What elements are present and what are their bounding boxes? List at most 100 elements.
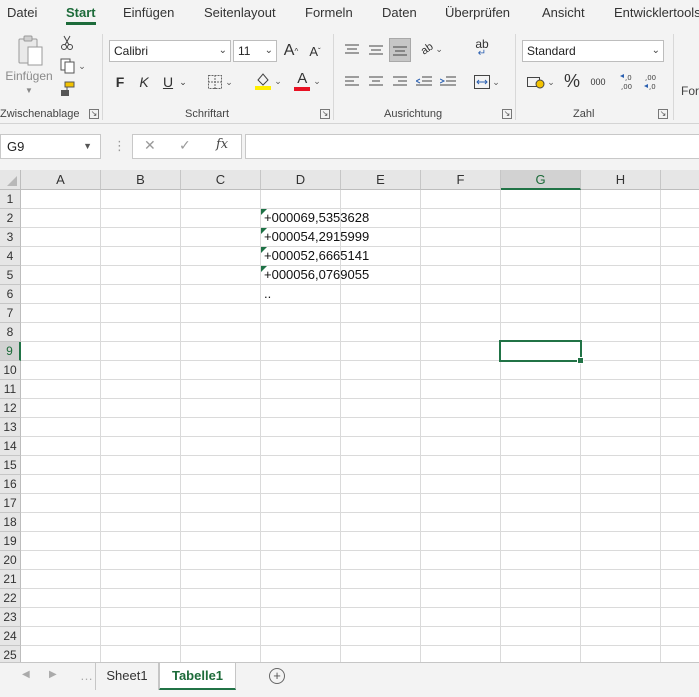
row-header-25[interactable]: 25 (0, 646, 21, 662)
cell-d6[interactable]: .. (261, 285, 271, 304)
enter-icon[interactable]: ✓ (179, 137, 191, 154)
percent-button[interactable]: % (562, 70, 582, 92)
row-header-19[interactable]: 19 (0, 532, 21, 551)
row-header-5[interactable]: 5 (0, 266, 21, 285)
row-header-6[interactable]: 6 (0, 285, 21, 304)
add-sheet-icon[interactable]: + (269, 668, 285, 684)
sheet-tab-tabelle1[interactable]: Tabelle1 (159, 663, 236, 690)
align-center-icon[interactable] (366, 72, 386, 92)
clipboard-launcher-icon[interactable] (89, 109, 99, 119)
format-painter-icon[interactable] (58, 80, 76, 98)
paste-button-label[interactable]: Einfügen (3, 68, 55, 84)
decrease-indent-icon[interactable] (414, 72, 434, 92)
tab-entwicklertools[interactable]: Entwicklertools (614, 5, 699, 20)
font-color-button[interactable]: A ⌄ (289, 70, 325, 92)
align-top-icon[interactable] (342, 40, 362, 60)
formula-input[interactable] (245, 134, 699, 159)
copy-icon[interactable]: ⌄ (57, 56, 89, 76)
align-left-icon[interactable] (342, 72, 362, 92)
thousands-separator-button[interactable]: 000 (587, 72, 609, 92)
decrease-decimal-icon[interactable]: ,00,0 (642, 70, 662, 92)
row-header-11[interactable]: 11 (0, 380, 21, 399)
cell-d2[interactable]: +000069,5353628 (261, 209, 369, 228)
row-header-14[interactable]: 14 (0, 437, 21, 456)
row-header-21[interactable]: 21 (0, 570, 21, 589)
sheet-tab-sheet1[interactable]: Sheet1 (95, 663, 159, 690)
row-header-23[interactable]: 23 (0, 608, 21, 627)
merge-center-button[interactable]: ⌄ (470, 72, 504, 92)
error-indicator-icon[interactable] (261, 266, 267, 272)
alignment-launcher-icon[interactable] (502, 109, 512, 119)
row-header-7[interactable]: 7 (0, 304, 21, 323)
tab-einfuegen[interactable]: Einfügen (123, 5, 174, 20)
wrap-text-icon[interactable]: ab ↵ (470, 38, 494, 60)
row-header-2[interactable]: 2 (0, 209, 21, 228)
row-header-12[interactable]: 12 (0, 399, 21, 418)
tab-datei[interactable]: Datei (7, 5, 37, 20)
tab-ueberpruefen[interactable]: Überprüfen (445, 5, 510, 20)
shrink-font-button[interactable]: Aˇ (306, 41, 324, 61)
row-header-13[interactable]: 13 (0, 418, 21, 437)
row-header-10[interactable]: 10 (0, 361, 21, 380)
row-header-1[interactable]: 1 (0, 190, 21, 209)
tab-ansicht[interactable]: Ansicht (542, 5, 585, 20)
row-header-9[interactable]: 9 (0, 342, 21, 361)
cut-icon[interactable] (58, 34, 76, 52)
error-indicator-icon[interactable] (261, 209, 267, 215)
cell-d5[interactable]: +000056,0769055 (261, 266, 369, 285)
column-header-g[interactable]: G (501, 170, 581, 190)
increase-decimal-icon[interactable]: ,0,00 (618, 70, 638, 92)
column-header-d[interactable]: D (261, 170, 341, 190)
align-right-icon[interactable] (390, 72, 410, 92)
borders-button[interactable]: ⌄ (203, 72, 237, 92)
font-name-select[interactable]: Calibri ⌄ (109, 40, 231, 62)
column-header-h[interactable]: H (581, 170, 661, 190)
error-indicator-icon[interactable] (261, 247, 267, 253)
worksheet-grid[interactable]: A B C D E F G H 1 2 3 4 5 6 7 8 9 10 11 12 13 14 15 16 17 18 19 20 2… (0, 170, 699, 662)
increase-indent-icon[interactable] (438, 72, 458, 92)
error-indicator-icon[interactable] (261, 228, 267, 234)
sheet-more-icon[interactable]: … (80, 668, 93, 683)
grow-font-button[interactable]: A ^ (282, 41, 300, 61)
accounting-format-button[interactable]: ⌄ (524, 72, 558, 92)
column-header-f[interactable]: F (421, 170, 501, 190)
orientation-icon[interactable]: ab ⌄ (416, 38, 448, 60)
active-cell-selection[interactable] (499, 340, 584, 364)
row-header-4[interactable]: 4 (0, 247, 21, 266)
font-size-select[interactable]: 11 ⌄ (233, 40, 277, 62)
italic-button[interactable]: K (136, 72, 152, 92)
column-header-a[interactable]: A (21, 170, 101, 190)
row-header-15[interactable]: 15 (0, 456, 21, 475)
row-header-16[interactable]: 16 (0, 475, 21, 494)
sheet-next-icon[interactable]: ▶ (49, 669, 57, 680)
column-header-c[interactable]: C (181, 170, 261, 190)
select-all-button[interactable] (0, 170, 21, 190)
row-header-8[interactable]: 8 (0, 323, 21, 342)
tab-daten[interactable]: Daten (382, 5, 417, 20)
underline-button[interactable]: U (160, 72, 176, 92)
tab-formeln[interactable]: Formeln (305, 5, 353, 20)
column-header-e[interactable]: E (341, 170, 421, 190)
number-launcher-icon[interactable] (658, 109, 668, 119)
row-header-18[interactable]: 18 (0, 513, 21, 532)
row-header-17[interactable]: 17 (0, 494, 21, 513)
align-middle-icon[interactable] (366, 40, 386, 60)
font-launcher-icon[interactable] (320, 109, 330, 119)
sheet-prev-icon[interactable]: ◀ (22, 669, 30, 680)
tab-seitenlayout[interactable]: Seitenlayout (204, 5, 276, 20)
fill-color-button[interactable]: ⌄ (250, 70, 286, 92)
insert-function-icon[interactable]: fx (216, 137, 228, 152)
underline-chevron-icon[interactable]: ⌄ (177, 72, 189, 92)
cell-d4[interactable]: +000052,6665141 (261, 247, 369, 266)
name-box[interactable]: G9 ▼ (0, 134, 101, 159)
row-header-20[interactable]: 20 (0, 551, 21, 570)
column-header-b[interactable]: B (101, 170, 181, 190)
number-format-select[interactable]: Standard ⌄ (522, 40, 664, 62)
bold-button[interactable]: F (112, 72, 128, 92)
cell-d3[interactable]: +000054,2915999 (261, 228, 369, 247)
align-bottom-icon[interactable] (389, 38, 411, 62)
column-header-partial[interactable] (661, 170, 699, 190)
row-header-22[interactable]: 22 (0, 589, 21, 608)
paste-icon[interactable] (14, 34, 48, 70)
row-header-3[interactable]: 3 (0, 228, 21, 247)
